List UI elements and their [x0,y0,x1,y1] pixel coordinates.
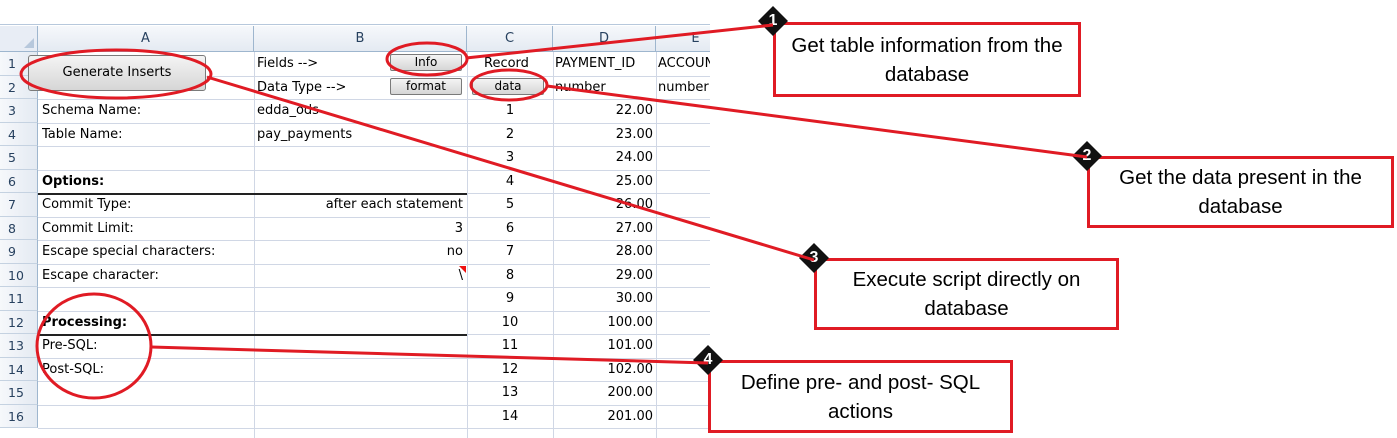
record-header: Record [484,56,529,71]
row-header-6[interactable]: 6 [0,169,38,193]
row-header-13[interactable]: 13 [0,334,38,358]
payment-id-cell[interactable]: 201.00 [553,405,654,429]
commit-limit-value[interactable]: 3 [257,217,463,241]
record-cell[interactable]: 7 [467,240,553,264]
payment-id-type: number [555,79,606,95]
payment-id-cell[interactable]: 29.00 [553,264,653,288]
record-cell[interactable]: 4 [467,170,553,194]
row-header-9[interactable]: 9 [0,240,38,264]
post-sql-label: Post-SQL: [42,361,104,377]
callout-2-badge: 2 [1071,140,1103,172]
select-all-triangle [24,38,34,48]
payment-id-cell[interactable]: 22.00 [553,99,653,123]
payment-id-cell[interactable]: 100.00 [553,311,654,335]
record-cell[interactable]: 9 [467,287,553,311]
payment-id-header: PAYMENT_ID [555,56,636,71]
escape-special-label: Escape special characters: [42,244,216,259]
row-header-8[interactable]: 8 [0,216,38,240]
callout-1-box: Get table information from the database [773,22,1081,97]
payment-id-cell[interactable]: 30.00 [553,287,653,311]
row-header-14[interactable]: 14 [0,357,38,381]
table-label: Table Name: [42,126,123,142]
row-header-11[interactable]: 11 [0,287,38,311]
badge-3-number: 3 [809,249,819,266]
row-header-15[interactable]: 15 [0,381,38,405]
row-header-5[interactable]: 5 [0,146,38,170]
record-cell[interactable]: 13 [467,381,553,405]
callout-4-badge: 4 [692,344,724,376]
commit-type-value[interactable]: after each statement [257,193,463,217]
callout-3-box: Execute script directly on database [814,258,1119,330]
ribbon-edge [0,24,710,25]
payment-id-cell[interactable]: 23.00 [553,123,653,147]
payment-id-cell[interactable]: 28.00 [553,240,653,264]
record-cell[interactable]: 10 [467,311,553,335]
column-header-c[interactable]: C [467,26,553,52]
record-cell[interactable]: 12 [467,358,553,382]
badge-4-number: 4 [703,351,713,368]
escape-special-value[interactable]: no [257,240,463,264]
row-header-4[interactable]: 4 [0,122,38,146]
record-cell[interactable]: 14 [467,405,553,429]
select-all-corner[interactable] [0,26,38,52]
row-header-16[interactable]: 16 [0,404,38,428]
payment-id-cell[interactable]: 26.00 [553,193,653,217]
record-cell[interactable]: 6 [467,217,553,241]
spreadsheet: A B C D E 1 2 3 4 5 6 7 8 9 10 11 12 13 14 15 16 Genera… [0,0,710,438]
table-value[interactable]: pay_payments [257,123,462,147]
datatype-label: Data Type --> [257,79,347,95]
commit-type-label: Commit Type: [42,197,132,212]
schema-label: Schema Name: [42,103,142,118]
grid-hline-16 [38,428,710,429]
processing-label: Processing: [42,314,128,330]
options-label: Options: [42,173,105,189]
data-button[interactable]: data [472,77,544,95]
info-button[interactable]: Info [390,54,462,71]
account-header: ACCOUNT [658,56,710,71]
callout-4-box: Define pre- and post- SQL actions [708,360,1013,433]
column-header-d[interactable]: D [553,26,656,52]
record-cell[interactable]: 3 [467,146,553,170]
row-header-7[interactable]: 7 [0,193,38,217]
pre-sql-label: Pre-SQL: [42,338,98,353]
payment-id-cell[interactable]: 102.00 [553,358,654,382]
comment-indicator[interactable] [459,266,466,273]
payment-id-cell[interactable]: 25.00 [553,170,653,194]
record-cell[interactable]: 11 [467,334,553,358]
payment-id-cell[interactable]: 101.00 [553,334,654,358]
row-header-12[interactable]: 12 [0,310,38,334]
commit-limit-label: Commit Limit: [42,220,134,236]
format-button[interactable]: format [390,77,462,95]
column-header-e[interactable]: E [656,26,710,52]
callout-2-box: Get the data present in the database [1087,156,1394,228]
generate-inserts-button[interactable]: Generate Inserts [28,55,206,91]
record-cell[interactable]: 2 [467,123,553,147]
account-type: number [658,79,709,95]
record-cell[interactable]: 1 [467,99,553,123]
row-header-3[interactable]: 3 [0,99,38,123]
escape-char-value[interactable]: \ [257,264,463,288]
fields-label: Fields --> [257,56,319,71]
record-cell[interactable]: 8 [467,264,553,288]
payment-id-cell[interactable]: 27.00 [553,217,653,241]
column-header-b[interactable]: B [254,26,467,52]
schema-value[interactable]: edda_ods [257,99,462,123]
callout-3-badge: 3 [798,242,830,274]
row-header-10[interactable]: 10 [0,263,38,287]
record-cell[interactable]: 5 [467,193,553,217]
callout-1-badge: 1 [757,5,789,37]
badge-1-number: 1 [768,12,778,29]
payment-id-cell[interactable]: 24.00 [553,146,653,170]
escape-char-label: Escape character: [42,267,159,283]
payment-id-cell[interactable]: 200.00 [553,381,654,405]
badge-2-number: 2 [1082,147,1092,164]
column-header-a[interactable]: A [38,26,254,52]
